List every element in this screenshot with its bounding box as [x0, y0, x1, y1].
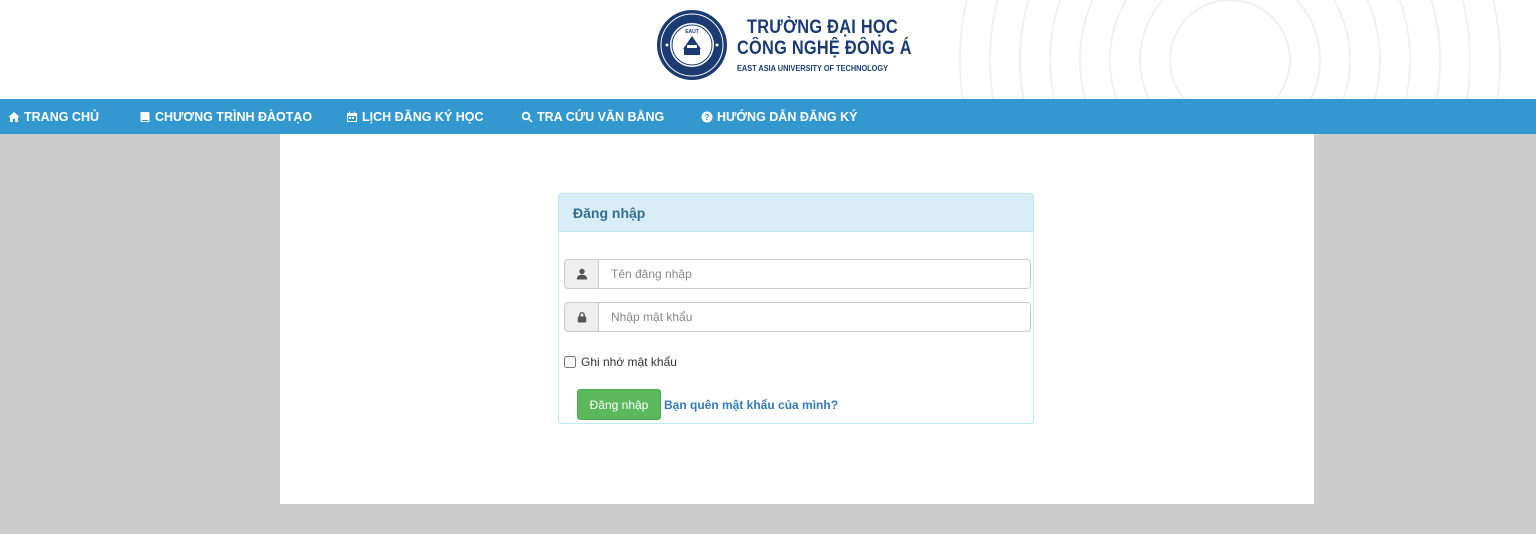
lock-icon: [577, 312, 586, 323]
book-icon: [140, 111, 150, 122]
svg-text:?: ?: [705, 113, 710, 122]
school-logo[interactable]: EAUT TRƯỜNG ĐẠI HỌC CÔNG NGHỆ ĐÔNG Á EAS…: [656, 9, 940, 81]
nav-item-label: CHƯƠNG TRÌNH ĐÀOTẠO: [155, 109, 313, 124]
forgot-password-link[interactable]: Bạn quên mật khẩu của mình?: [664, 398, 838, 412]
nav-item-registration-guide[interactable]: ? HƯỚNG DẪN ĐĂNG KÝ: [701, 99, 857, 134]
decorative-pattern-icon: [959, 0, 1501, 99]
main-navbar: TRANG CHỦ CHƯƠNG TRÌNH ĐÀOTẠO LỊCH ĐĂNG …: [0, 99, 1536, 134]
password-input[interactable]: [598, 302, 1031, 332]
nav-item-diploma-lookup[interactable]: TRA CỨU VĂN BẰNG: [521, 99, 664, 134]
home-icon: [8, 111, 20, 122]
nav-item-label: TRA CỨU VĂN BẰNG: [537, 109, 665, 124]
school-name-line1: TRƯỜNG ĐẠI HỌC: [747, 17, 898, 38]
search-icon: [521, 111, 533, 123]
password-group: [564, 302, 1031, 332]
remember-password[interactable]: Ghi nhớ mật khẩu: [564, 355, 677, 369]
login-panel: Đăng nhập Ghi nhớ mật khẩu Đăng nhập Bạn…: [558, 193, 1034, 424]
main-content: Đăng nhập Ghi nhớ mật khẩu Đăng nhập Bạn…: [280, 134, 1314, 504]
calendar-icon: [347, 111, 357, 122]
login-button[interactable]: Đăng nhập: [577, 389, 661, 420]
nav-item-home[interactable]: TRANG CHỦ: [8, 99, 99, 134]
school-name: TRƯỜNG ĐẠI HỌC CÔNG NGHỆ ĐÔNG Á EAST ASI…: [737, 17, 940, 73]
seal-label: EAUT: [685, 29, 699, 35]
question-circle-icon: ?: [701, 111, 713, 122]
school-name-en: EAST ASIA UNIVERSITY OF TECHNOLOGY: [737, 64, 889, 73]
password-addon: [564, 302, 598, 332]
username-group: [564, 259, 1031, 289]
username-input[interactable]: [598, 259, 1031, 289]
nav-item-label: TRANG CHỦ: [24, 109, 99, 124]
school-seal-icon: EAUT: [657, 10, 727, 80]
nav-item-label: HƯỚNG DẪN ĐĂNG KÝ: [717, 109, 858, 124]
login-panel-title: Đăng nhập: [559, 194, 1033, 232]
site-header: EAUT TRƯỜNG ĐẠI HỌC CÔNG NGHỆ ĐÔNG Á EAS…: [0, 0, 1536, 99]
school-name-line2: CÔNG NGHỆ ĐÔNG Á: [737, 38, 912, 59]
username-addon: [564, 259, 598, 289]
nav-item-label: LỊCH ĐĂNG KÝ HỌC: [362, 109, 484, 124]
user-icon: [576, 268, 587, 280]
nav-item-registration-schedule[interactable]: LỊCH ĐĂNG KÝ HỌC: [346, 99, 484, 134]
nav-item-training-program[interactable]: CHƯƠNG TRÌNH ĐÀOTẠO: [139, 99, 312, 134]
remember-password-label: Ghi nhớ mật khẩu: [581, 355, 677, 369]
remember-password-checkbox[interactable]: [564, 356, 576, 368]
